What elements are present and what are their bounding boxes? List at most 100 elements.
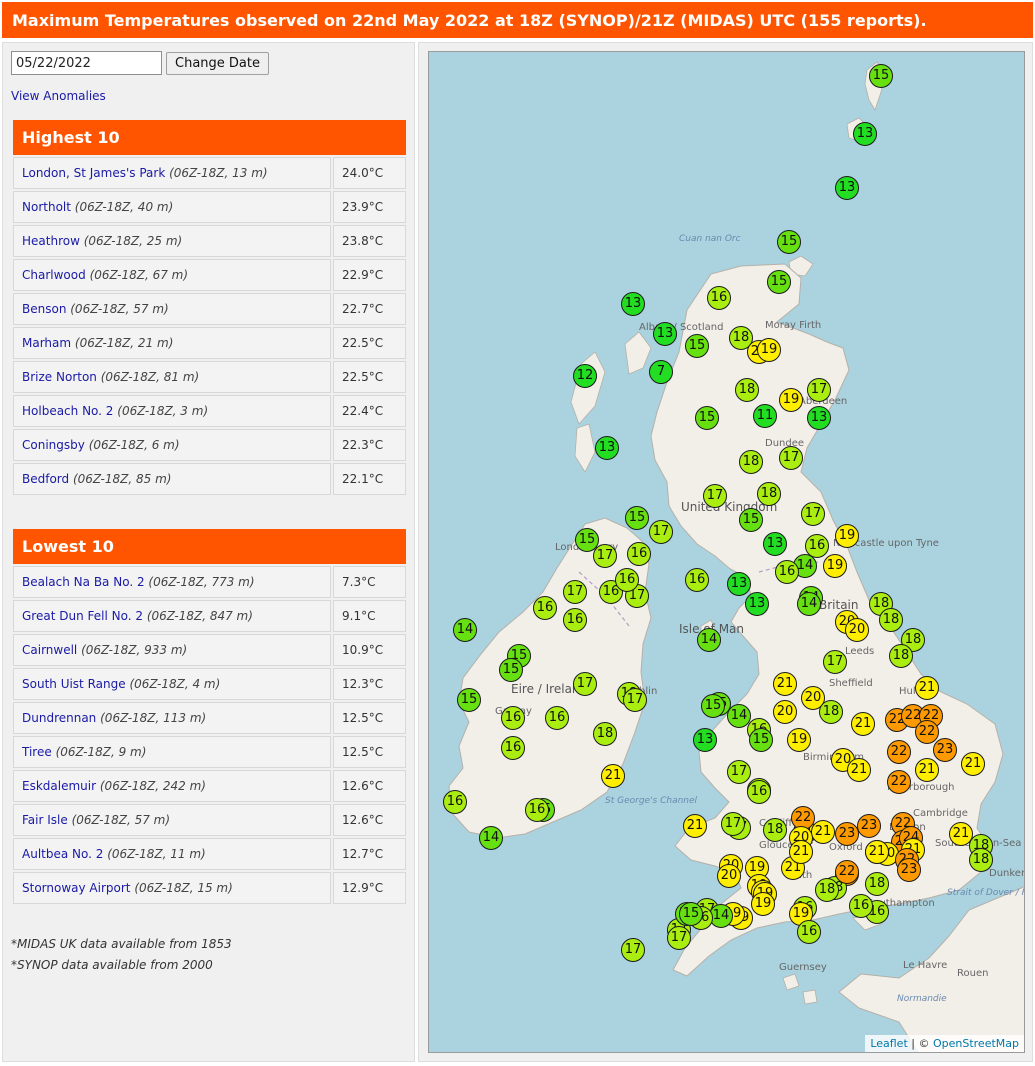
temperature-marker[interactable]: 18: [819, 700, 843, 724]
temperature-marker[interactable]: 18: [879, 608, 903, 632]
temperature-marker[interactable]: 17: [703, 484, 727, 508]
station-link[interactable]: Coningsby: [22, 438, 85, 452]
temperature-marker[interactable]: 16: [627, 542, 651, 566]
temperature-marker[interactable]: 15: [701, 694, 725, 718]
station-link[interactable]: Benson: [22, 302, 66, 316]
temperature-marker[interactable]: 13: [727, 572, 751, 596]
temperature-marker[interactable]: 22: [915, 720, 939, 744]
temperature-marker[interactable]: 16: [545, 706, 569, 730]
temperature-marker[interactable]: 21: [601, 764, 625, 788]
change-date-button[interactable]: Change Date: [166, 52, 269, 75]
temperature-marker[interactable]: 18: [889, 644, 913, 668]
temperature-marker[interactable]: 15: [749, 728, 773, 752]
temperature-marker[interactable]: 17: [563, 580, 587, 604]
temperature-marker[interactable]: 13: [745, 592, 769, 616]
temperature-marker[interactable]: 18: [865, 872, 889, 896]
temperature-marker[interactable]: 16: [563, 608, 587, 632]
temperature-marker[interactable]: 16: [775, 560, 799, 584]
temperature-marker[interactable]: 16: [525, 798, 549, 822]
station-link[interactable]: Heathrow: [22, 234, 80, 248]
station-link[interactable]: Fair Isle: [22, 813, 68, 827]
station-link[interactable]: Bedford: [22, 472, 69, 486]
temperature-marker[interactable]: 14: [697, 628, 721, 652]
station-link[interactable]: Eskdalemuir: [22, 779, 96, 793]
temperature-marker[interactable]: 15: [695, 406, 719, 430]
temperature-marker[interactable]: 17: [593, 544, 617, 568]
temperature-marker[interactable]: 23: [897, 858, 921, 882]
temperature-marker[interactable]: 15: [685, 334, 709, 358]
temperature-marker[interactable]: 15: [767, 270, 791, 294]
temperature-marker[interactable]: 17: [779, 446, 803, 470]
temperature-marker[interactable]: 17: [667, 926, 691, 950]
temperature-marker[interactable]: 16: [797, 920, 821, 944]
station-link[interactable]: Tiree: [22, 745, 52, 759]
temperature-marker[interactable]: 18: [815, 878, 839, 902]
temperature-marker[interactable]: 18: [757, 482, 781, 506]
temperature-marker[interactable]: 16: [685, 568, 709, 592]
temperature-marker[interactable]: 15: [457, 688, 481, 712]
temperature-marker[interactable]: 23: [933, 738, 957, 762]
temperature-marker[interactable]: 15: [777, 230, 801, 254]
temperature-marker[interactable]: 17: [801, 502, 825, 526]
temperature-marker[interactable]: 11: [753, 404, 777, 428]
temperature-marker[interactable]: 23: [835, 822, 859, 846]
temperature-marker[interactable]: 19: [823, 554, 847, 578]
temperature-marker[interactable]: 19: [751, 892, 775, 916]
temperature-marker[interactable]: 16: [849, 894, 873, 918]
temperature-marker[interactable]: 17: [807, 378, 831, 402]
temperature-marker[interactable]: 13: [653, 322, 677, 346]
temperature-marker[interactable]: 21: [847, 758, 871, 782]
station-link[interactable]: Holbeach No. 2: [22, 404, 113, 418]
temperature-marker[interactable]: 16: [615, 568, 639, 592]
station-link[interactable]: Marham: [22, 336, 71, 350]
station-link[interactable]: London, St James's Park: [22, 166, 165, 180]
temperature-marker[interactable]: 13: [595, 436, 619, 460]
temperature-marker[interactable]: 16: [533, 596, 557, 620]
temperature-marker[interactable]: 17: [823, 650, 847, 674]
temperature-marker[interactable]: 19: [787, 728, 811, 752]
station-link[interactable]: Bealach Na Ba No. 2: [22, 575, 145, 589]
station-link[interactable]: Aultbea No. 2: [22, 847, 103, 861]
temperature-marker[interactable]: 13: [853, 122, 877, 146]
temperature-marker[interactable]: 20: [773, 700, 797, 724]
temperature-marker[interactable]: 21: [683, 814, 707, 838]
temperature-marker[interactable]: 14: [453, 618, 477, 642]
temperature-marker[interactable]: 22: [887, 740, 911, 764]
temperature-map[interactable]: Cuan nan Orc Albain / Scotland Moray Firth…: [428, 51, 1025, 1053]
temperature-marker[interactable]: 15: [499, 658, 523, 682]
temperature-marker[interactable]: 19: [757, 338, 781, 362]
temperature-marker[interactable]: 21: [773, 672, 797, 696]
temperature-marker[interactable]: 13: [835, 176, 859, 200]
temperature-marker[interactable]: 12: [573, 364, 597, 388]
temperature-marker[interactable]: 23: [857, 814, 881, 838]
station-link[interactable]: Charlwood: [22, 268, 86, 282]
temperature-marker[interactable]: 17: [649, 520, 673, 544]
temperature-marker[interactable]: 17: [621, 938, 645, 962]
temperature-marker[interactable]: 16: [443, 790, 467, 814]
temperature-marker[interactable]: 13: [763, 532, 787, 556]
temperature-marker[interactable]: 21: [789, 840, 813, 864]
temperature-marker[interactable]: 15: [869, 64, 893, 88]
station-link[interactable]: Northolt: [22, 200, 71, 214]
temperature-marker[interactable]: 17: [721, 812, 745, 836]
temperature-marker[interactable]: 17: [573, 672, 597, 696]
temperature-marker[interactable]: 17: [727, 760, 751, 784]
temperature-marker[interactable]: 19: [835, 524, 859, 548]
temperature-marker[interactable]: 22: [835, 860, 859, 884]
openstreetmap-link[interactable]: OpenStreetMap: [933, 1037, 1019, 1050]
temperature-marker[interactable]: 15: [679, 902, 703, 926]
temperature-marker[interactable]: 14: [479, 826, 503, 850]
station-link[interactable]: Brize Norton: [22, 370, 97, 384]
temperature-marker[interactable]: 21: [811, 820, 835, 844]
temperature-marker[interactable]: 7: [649, 360, 673, 384]
station-link[interactable]: Stornoway Airport: [22, 881, 131, 895]
station-link[interactable]: South Uist Range: [22, 677, 126, 691]
date-input[interactable]: [11, 51, 162, 75]
temperature-marker[interactable]: 18: [593, 722, 617, 746]
temperature-marker[interactable]: 13: [693, 728, 717, 752]
temperature-marker[interactable]: 21: [851, 712, 875, 736]
temperature-marker[interactable]: 19: [779, 388, 803, 412]
view-anomalies-link[interactable]: View Anomalies: [11, 89, 106, 103]
temperature-marker[interactable]: 16: [501, 706, 525, 730]
temperature-marker[interactable]: 13: [807, 406, 831, 430]
